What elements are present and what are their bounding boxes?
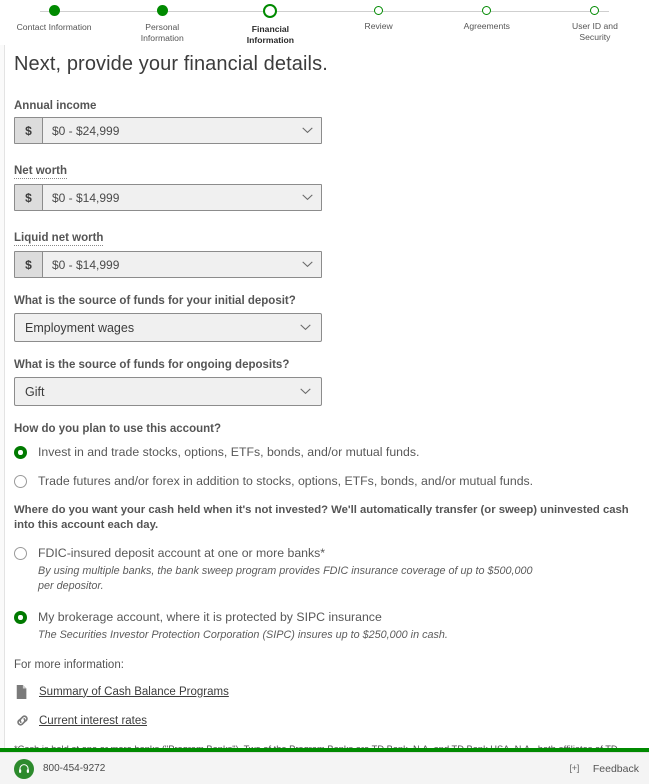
label-net-worth[interactable]: Net worth <box>14 165 68 179</box>
group-cash-sweep: Where do you want your cash held when it… <box>14 503 635 729</box>
info-link-row[interactable]: Current interest rates <box>14 712 635 729</box>
more-information-label: For more information: <box>14 659 124 671</box>
label-ongoing-deposit-source: What is the source of funds for ongoing … <box>14 359 290 371</box>
stepper-step-2[interactable]: Personal Information <box>108 0 216 45</box>
stepper-dot-icon <box>482 6 492 15</box>
stepper-dot-icon <box>374 6 384 15</box>
label-liquid-net-worth[interactable]: Liquid net worth <box>14 232 104 246</box>
select-annual-income-body[interactable]: $0 - $24,999 <box>43 118 321 143</box>
stepper-step-1[interactable]: Contact Information <box>0 0 108 45</box>
radio-option-label: Invest in and trade stocks, options, ETF… <box>38 445 420 459</box>
stepper-dot-icon <box>263 4 278 18</box>
label-account-use: How do you plan to use this account? <box>14 423 222 435</box>
select-net-worth-body[interactable]: $0 - $14,999 <box>43 185 321 210</box>
field-net-worth: Net worth $ $0 - $14,999 <box>14 161 635 211</box>
label-initial-deposit-source: What is the source of funds for your ini… <box>14 295 296 307</box>
field-ongoing-deposit-source: What is the source of funds for ongoing … <box>14 359 635 406</box>
feedback-link[interactable]: Feedback <box>593 763 639 775</box>
radio-option-row[interactable]: My brokerage account, where it is protec… <box>14 610 635 625</box>
currency-prefix-icon: $ <box>15 118 43 143</box>
select-net-worth[interactable]: $ $0 - $14,999 <box>14 184 322 211</box>
radio-option-label: My brokerage account, where it is protec… <box>38 610 382 624</box>
chevron-down-icon <box>300 388 311 395</box>
support-phone[interactable]: 800-454-9272 <box>14 758 106 779</box>
cash-sweep-intro: Where do you want your cash held when it… <box>14 504 629 531</box>
select-net-worth-value: $0 - $14,999 <box>52 190 120 205</box>
radio-option: Trade futures and/or forex in addition t… <box>14 474 635 489</box>
progress-stepper: Contact Information Personal Information F… <box>0 0 649 45</box>
info-link[interactable]: Current interest rates <box>39 715 147 727</box>
stepper-step-label: Contact Information <box>16 22 92 32</box>
radio-option-row[interactable]: FDIC-insured deposit account at one or m… <box>14 546 635 561</box>
radio-option-label: Trade futures and/or forex in addition t… <box>38 474 534 488</box>
label-annual-income: Annual income <box>14 100 97 112</box>
stepper-step-4[interactable]: Review <box>325 0 433 45</box>
stepper-step-label: Agreements <box>463 21 510 31</box>
application-page: Contact Information Personal Information F… <box>0 0 649 784</box>
radio-selected-icon[interactable] <box>14 446 27 459</box>
select-liquid-net-worth-body[interactable]: $0 - $14,999 <box>43 252 321 277</box>
support-phone-number: 800-454-9272 <box>43 763 106 774</box>
select-annual-income-value: $0 - $24,999 <box>52 123 120 138</box>
field-initial-deposit-source: What is the source of funds for your ini… <box>14 295 635 342</box>
page-title: Next, provide your financial details. <box>14 53 328 75</box>
select-liquid-net-worth-value: $0 - $14,999 <box>52 257 120 272</box>
chevron-down-icon <box>300 324 311 331</box>
chevron-down-icon <box>302 261 313 268</box>
info-link[interactable]: Summary of Cash Balance Programs <box>39 686 229 698</box>
select-ongoing-deposit-source-value: Gift <box>25 384 45 399</box>
page-footer: 800-454-9272 [+] Feedback <box>0 752 649 784</box>
radio-unselected-icon[interactable] <box>14 547 27 560</box>
footer-right-group: [+] Feedback <box>570 763 639 775</box>
radio-selected-icon[interactable] <box>14 611 27 624</box>
stepper-dot-icon <box>48 5 60 16</box>
chevron-down-icon <box>302 194 313 201</box>
radio-option: My brokerage account, where it is protec… <box>14 610 635 643</box>
group-account-use: How do you plan to use this account? Inv… <box>14 423 635 489</box>
stepper-dot-icon <box>156 5 168 16</box>
radio-option-label: FDIC-insured deposit account at one or m… <box>38 546 326 560</box>
chevron-down-icon <box>302 127 313 134</box>
radio-option: FDIC-insured deposit account at one or m… <box>14 546 635 594</box>
link-icon <box>14 712 30 729</box>
currency-prefix-icon: $ <box>15 252 43 277</box>
form-content: Next, provide your financial details. An… <box>0 53 649 784</box>
select-initial-deposit-source[interactable]: Employment wages <box>14 313 322 342</box>
stepper-step-5[interactable]: Agreements <box>433 0 541 45</box>
select-liquid-net-worth[interactable]: $ $0 - $14,999 <box>14 251 322 278</box>
field-annual-income: Annual income $ $0 - $24,999 <box>14 96 635 144</box>
radio-option: Invest in and trade stocks, options, ETF… <box>14 445 635 460</box>
stepper-step-label: User ID and Security <box>572 21 618 42</box>
expand-icon[interactable]: [+] <box>570 763 580 774</box>
radio-option-description: By using multiple banks, the bank sweep … <box>38 565 533 592</box>
select-initial-deposit-source-value: Employment wages <box>25 320 135 335</box>
document-icon <box>14 683 30 700</box>
radio-option-row[interactable]: Trade futures and/or forex in addition t… <box>14 474 635 489</box>
select-annual-income[interactable]: $ $0 - $24,999 <box>14 117 322 144</box>
stepper-step-label: Financial Information <box>246 24 295 45</box>
radio-unselected-icon[interactable] <box>14 475 27 488</box>
currency-prefix-icon: $ <box>15 185 43 210</box>
field-liquid-net-worth: Liquid net worth $ $0 - $14,999 <box>14 228 635 278</box>
stepper-step-label: Review <box>364 21 393 31</box>
headset-icon <box>14 758 34 779</box>
info-link-row[interactable]: Summary of Cash Balance Programs <box>14 683 635 700</box>
stepper-step-3[interactable]: Financial Information <box>216 0 324 45</box>
select-ongoing-deposit-source[interactable]: Gift <box>14 377 322 406</box>
stepper-step-6[interactable]: User ID and Security <box>541 0 649 45</box>
radio-option-row[interactable]: Invest in and trade stocks, options, ETF… <box>14 445 635 460</box>
stepper-dot-icon <box>590 6 600 15</box>
radio-option-description: The Securities Investor Protection Corpo… <box>38 629 448 641</box>
stepper-step-label: Personal Information <box>140 22 184 43</box>
